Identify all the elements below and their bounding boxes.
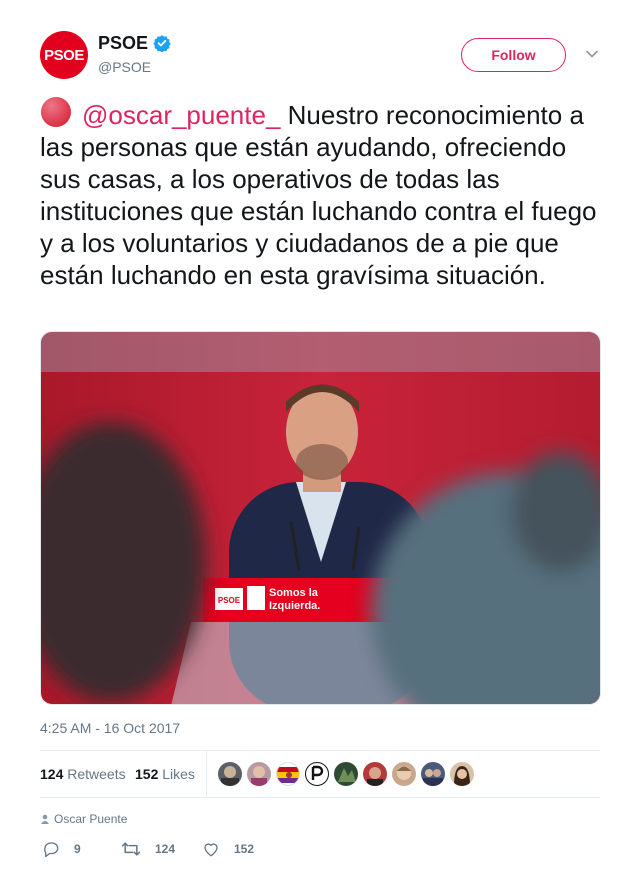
retweets-stat[interactable]: 124 Retweets [40,766,126,782]
likes-count: 152 [135,766,159,782]
author-handle[interactable]: @PSOE [98,59,151,75]
author-display-name[interactable]: PSOE [98,33,148,54]
like-button[interactable]: 152 [202,840,254,858]
liker-avatar[interactable] [392,762,416,786]
liker-avatar[interactable] [218,762,242,786]
tweet-photo[interactable]: PSOE Somos la Izquierda. [40,331,601,705]
liker-avatar[interactable] [305,762,329,786]
photo-attribution[interactable]: Oscar Puente [40,812,127,826]
liker-avatar[interactable] [363,762,387,786]
likes-stat[interactable]: 152 Likes [135,766,195,782]
retweet-button[interactable]: 124 [121,840,175,858]
divider [40,797,600,798]
tweet-timestamp[interactable]: 4:25 AM - 16 Oct 2017 [40,720,180,736]
liker-avatar[interactable] [276,762,300,786]
red-circle-emoji-icon [41,97,71,127]
liker-avatar[interactable] [334,762,358,786]
avatar-logo-text: PSOE [44,46,84,64]
podium-slogan-line1: Somos la [269,587,319,599]
verified-badge-icon [153,35,171,52]
retweets-label: Retweets [67,766,126,782]
author-avatar[interactable]: PSOE [40,31,88,79]
tweet-text: @oscar_puente_ Nuestro reconocimiento a … [40,96,605,291]
like-count: 152 [234,842,255,856]
reply-icon [44,842,59,858]
follow-button[interactable]: Follow [461,38,566,72]
podium-logo: PSOE [218,596,241,605]
reply-button[interactable]: 9 [42,840,81,858]
heart-icon [204,843,218,857]
attribution-name: Oscar Puente [54,812,128,826]
retweet-count: 124 [155,842,176,856]
mention-link[interactable]: @oscar_puente_ [82,100,280,130]
stats-divider [206,751,207,797]
retweet-icon [121,842,141,856]
liker-avatar[interactable] [450,762,474,786]
likes-label: Likes [162,766,195,782]
liker-avatar[interactable] [247,762,271,786]
chevron-down-icon[interactable] [585,47,599,61]
liker-avatar[interactable] [421,762,445,786]
reply-count: 9 [74,842,81,856]
retweets-count: 124 [40,766,64,782]
user-icon [41,814,49,824]
press-conference-photo: PSOE Somos la Izquierda. [41,332,600,704]
podium-slogan-line2: Izquierda. [269,600,320,612]
